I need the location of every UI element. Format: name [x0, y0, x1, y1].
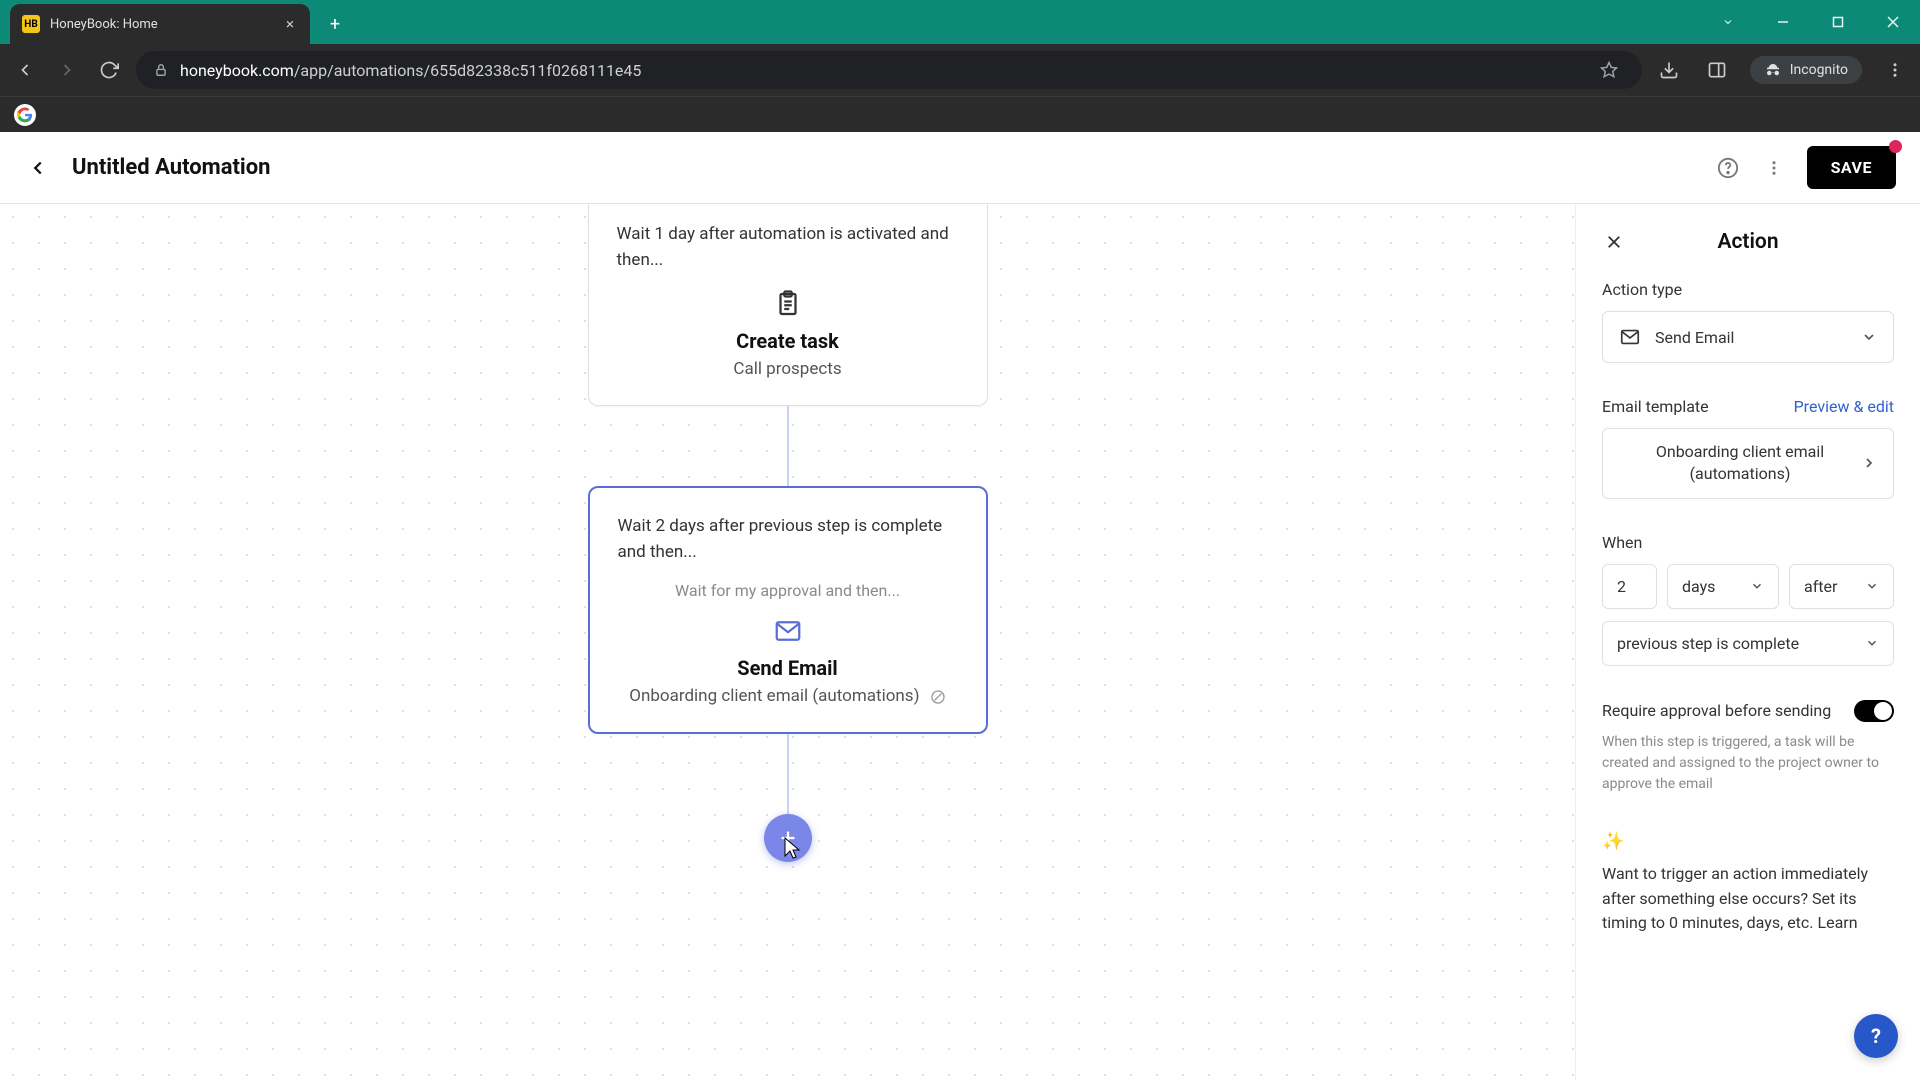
sidepanel-icon[interactable] — [1702, 55, 1732, 85]
incognito-icon — [1764, 61, 1782, 79]
tab-title: HoneyBook: Home — [50, 17, 272, 32]
step-wait-text: Wait 2 days after previous step is compl… — [618, 514, 958, 565]
mail-icon — [1619, 326, 1641, 348]
template-indicator-icon — [930, 689, 946, 705]
tab-favicon: HB — [22, 15, 40, 33]
approval-toggle[interactable] — [1854, 700, 1894, 722]
action-type-select[interactable]: Send Email — [1602, 311, 1894, 363]
add-step-button[interactable] — [764, 814, 812, 862]
forward-icon[interactable] — [52, 55, 82, 85]
unsaved-indicator-icon — [1889, 140, 1902, 153]
chevron-down-icon — [1861, 329, 1877, 345]
browser-menu-icon[interactable] — [1880, 55, 1910, 85]
browser-address-bar: honeybook.com/app/automations/655d82338c… — [0, 44, 1920, 96]
chevron-down-icon — [1865, 579, 1879, 593]
bookmark-google-icon[interactable] — [14, 104, 36, 126]
when-relation-select[interactable]: after — [1789, 564, 1894, 609]
save-button-label: SAVE — [1831, 158, 1872, 177]
app-header: Untitled Automation SAVE — [0, 132, 1920, 204]
close-icon[interactable]: × — [282, 16, 298, 32]
step-title: Send Email — [618, 656, 958, 680]
back-icon[interactable] — [10, 55, 40, 85]
tip-text: Want to trigger an action immediately af… — [1602, 862, 1894, 936]
preview-edit-link[interactable]: Preview & edit — [1794, 397, 1894, 416]
save-button[interactable]: SAVE — [1807, 146, 1896, 189]
when-condition-select[interactable]: previous step is complete — [1602, 621, 1894, 666]
maximize-icon[interactable] — [1810, 0, 1865, 44]
mail-icon — [618, 616, 958, 646]
approval-help-text: When this step is triggered, a task will… — [1602, 732, 1894, 795]
when-number-input[interactable]: 2 — [1602, 564, 1657, 609]
incognito-label: Incognito — [1790, 62, 1848, 78]
flow-connector — [787, 734, 789, 814]
email-template-label: Email template — [1602, 397, 1709, 416]
step-subtitle: Onboarding client email (automations) — [618, 686, 958, 706]
browser-tab-strip: HB HoneyBook: Home × + — [0, 0, 1920, 44]
chevron-down-icon — [1750, 579, 1764, 593]
page-title: Untitled Automation — [72, 155, 271, 180]
incognito-badge[interactable]: Incognito — [1750, 56, 1862, 84]
approval-toggle-label: Require approval before sending — [1602, 701, 1831, 720]
window-close-icon[interactable] — [1865, 0, 1920, 44]
lock-icon — [154, 63, 168, 77]
sparkle-icon: ✨ — [1602, 831, 1894, 852]
step-card-create-task[interactable]: Wait 1 day after automation is activated… — [588, 204, 988, 406]
flow-connector — [787, 406, 789, 486]
when-unit-select[interactable]: days — [1667, 564, 1779, 609]
step-subtitle: Call prospects — [617, 359, 959, 379]
more-menu-icon[interactable] — [1761, 155, 1787, 181]
email-template-value: Onboarding client email (automations) — [1619, 441, 1861, 486]
browser-tab[interactable]: HB HoneyBook: Home × — [10, 4, 310, 44]
help-icon[interactable] — [1715, 155, 1741, 181]
reload-icon[interactable] — [94, 55, 124, 85]
download-icon[interactable] — [1654, 55, 1684, 85]
minimize-icon[interactable] — [1755, 0, 1810, 44]
caret-down-icon[interactable] — [1700, 0, 1755, 44]
action-type-label: Action type — [1602, 280, 1894, 299]
step-title: Create task — [617, 329, 959, 353]
bookmarks-bar — [0, 96, 1920, 132]
email-template-select[interactable]: Onboarding client email (automations) — [1602, 428, 1894, 499]
help-fab-button[interactable]: ? — [1854, 1014, 1898, 1058]
panel-close-button[interactable] — [1602, 230, 1626, 254]
step-card-send-email[interactable]: Wait 2 days after previous step is compl… — [588, 486, 988, 734]
clipboard-icon — [617, 289, 959, 319]
action-panel: Action Action type Send Email Email temp… — [1575, 204, 1920, 1080]
action-type-value: Send Email — [1655, 328, 1734, 347]
step-wait-text: Wait 1 day after automation is activated… — [617, 222, 959, 273]
chevron-right-icon — [1861, 455, 1877, 471]
window-controls — [1700, 0, 1920, 44]
when-label: When — [1602, 533, 1894, 552]
back-button[interactable] — [24, 154, 52, 182]
new-tab-button[interactable]: + — [320, 9, 350, 39]
step-approval-text: Wait for my approval and then... — [618, 581, 958, 600]
panel-title: Action — [1626, 230, 1870, 254]
automation-canvas[interactable]: Wait 1 day after automation is activated… — [0, 204, 1575, 1080]
url-input[interactable]: honeybook.com/app/automations/655d82338c… — [136, 51, 1642, 89]
bookmark-star-icon[interactable] — [1594, 55, 1624, 85]
chevron-down-icon — [1865, 636, 1879, 650]
url-text: honeybook.com/app/automations/655d82338c… — [180, 61, 641, 80]
